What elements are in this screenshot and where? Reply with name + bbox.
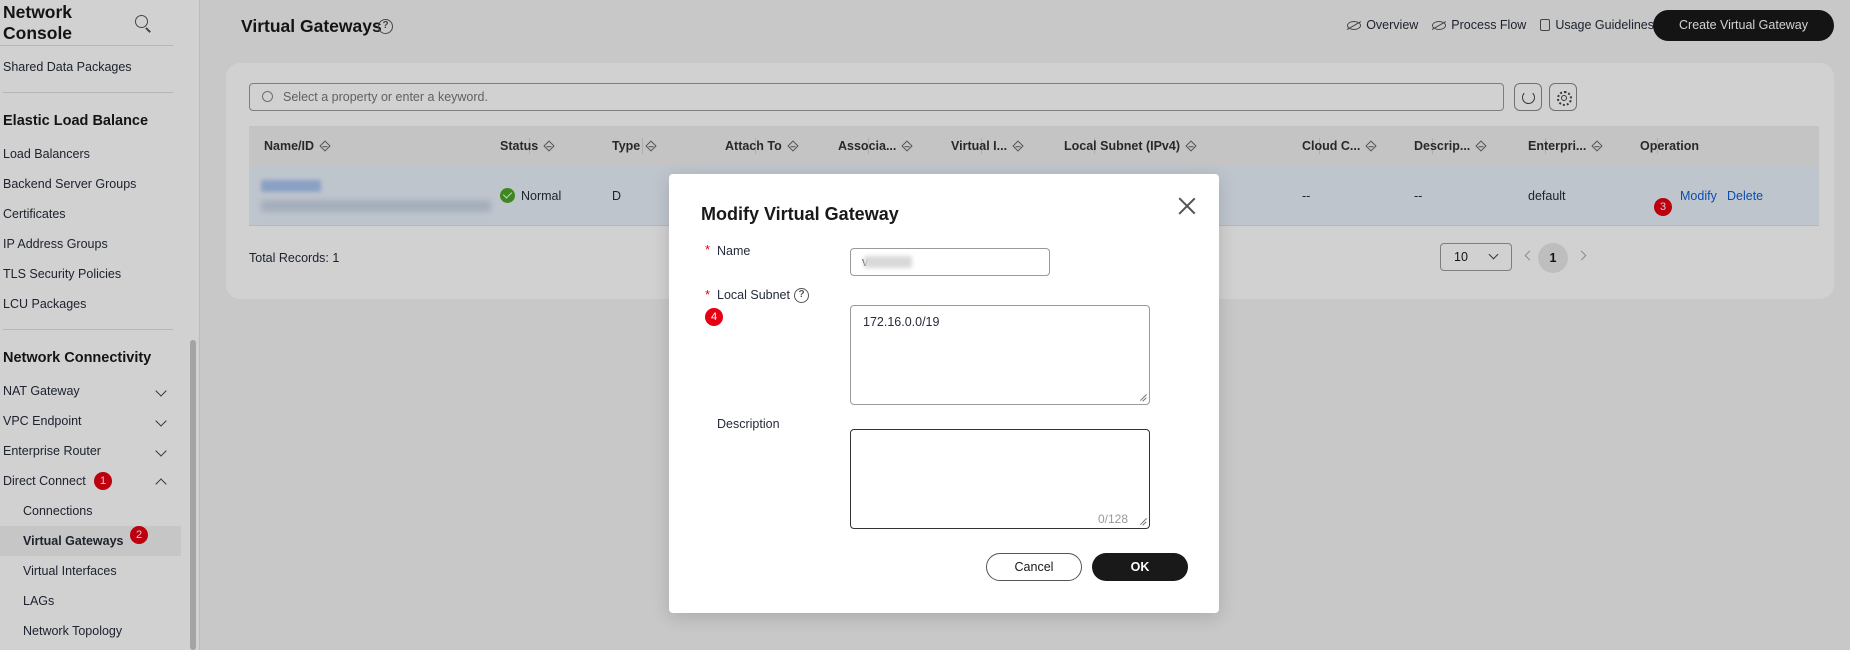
redacted-name [864, 256, 912, 268]
description-label: Description [717, 417, 780, 431]
required-marker: * [705, 287, 711, 302]
help-icon[interactable]: ? [794, 288, 809, 303]
dialog-title: Modify Virtual Gateway [701, 204, 899, 224]
local-subnet-label: Local Subnet [717, 288, 790, 302]
name-label: Name [717, 244, 751, 258]
close-icon[interactable] [1177, 196, 1197, 216]
modify-virtual-gateway-dialog: Modify Virtual Gateway * Name * Local Su… [669, 174, 1219, 613]
required-marker: * [705, 242, 711, 257]
description-char-counter: 0/128 [1098, 512, 1129, 526]
local-subnet-textarea[interactable]: 172.16.0.0/19 [850, 305, 1150, 405]
step-badge-4: 4 [705, 308, 723, 326]
resize-grip-icon[interactable] [1139, 518, 1147, 526]
ok-button[interactable]: OK [1092, 553, 1188, 581]
resize-grip-icon[interactable] [1139, 394, 1147, 402]
cancel-button[interactable]: Cancel [986, 553, 1082, 581]
